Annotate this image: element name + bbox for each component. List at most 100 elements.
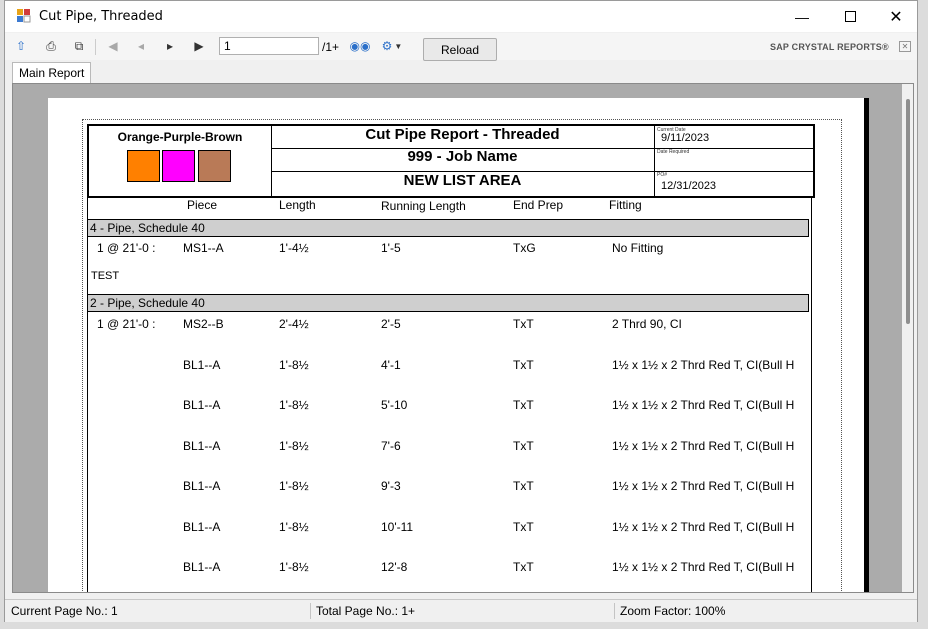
zoom-icon: ⚙ (381, 39, 393, 53)
minimize-icon: — (795, 8, 809, 25)
row-length: 1'-8½ (279, 398, 309, 412)
row-fitting: 1½ x 1½ x 2 Thrd Red T, CI(Bull H (612, 438, 795, 453)
column-header-piece: Piece (187, 198, 218, 212)
row-end: TxT (513, 479, 534, 493)
row-running: 9'-3 (381, 479, 401, 493)
row-end: TxT (513, 317, 534, 331)
row-end: TxG (513, 241, 536, 255)
group-header: 2 - Pipe, Schedule 40 (87, 294, 809, 312)
table-right-border (811, 197, 812, 592)
column-header-end-prep: End Prep (513, 198, 564, 212)
export-button[interactable]: ⇧ (11, 37, 31, 55)
row-piece: BL1--A (183, 438, 221, 453)
row-length: 1'-8½ (279, 560, 309, 574)
previous-page-button[interactable]: ◂ (131, 37, 151, 55)
row-running: 4'-1 (381, 357, 401, 372)
status-separator (310, 603, 311, 619)
area-name: NEW LIST AREA (403, 172, 522, 189)
date-required-label: Date Required (657, 149, 690, 155)
maximize-icon (844, 11, 856, 22)
row-length: 1'-8½ (279, 438, 309, 453)
row-running: 1'-5 (381, 241, 401, 255)
title-bar[interactable]: Cut Pipe, Threaded — ✕ (5, 1, 917, 32)
next-page-icon: ▸ (166, 39, 174, 53)
total-page-status: Total Page No.: 1+ (316, 604, 416, 618)
app-icon (17, 9, 31, 23)
company-name: Orange-Purple-Brown (117, 130, 243, 144)
report-viewer-window: Cut Pipe, Threaded — ✕ ⇧ ⎙ ⧉ ◀︎ ◂ ▸ ▶︎ /… (4, 0, 918, 622)
report-body: Orange-Purple-Brown Cut Pipe Report - Th… (82, 119, 842, 592)
next-page-button[interactable]: ▸ (160, 37, 180, 55)
row-fitting: 1½ x 1½ x 2 Thrd Red T, CI(Bull H (612, 519, 795, 534)
first-page-button[interactable]: ◀︎ (103, 37, 123, 55)
tab-main-report[interactable]: Main Report (12, 62, 92, 83)
report-viewer-pane[interactable]: Orange-Purple-Brown Cut Pipe Report - Th… (12, 83, 914, 593)
first-page-icon: ◀︎ (108, 39, 118, 53)
zoom-dropdown-button[interactable]: ⚙ ▼ (377, 37, 407, 55)
color-swatch (198, 150, 231, 182)
po-label: PO# (657, 172, 668, 178)
page-number-input[interactable] (219, 37, 319, 55)
copy-button[interactable]: ⧉ (69, 37, 89, 55)
row-fitting: 1½ x 1½ x 2 Thrd Red T, CI(Bull H (612, 479, 795, 493)
toggle-panel-button[interactable]: ✕ (899, 41, 911, 52)
chevron-down-icon: ▼ (394, 41, 403, 51)
quantity-label: 1 @ 21'-0 : (97, 241, 156, 255)
row-piece: BL1--A (183, 519, 221, 534)
row-length: 1'-4½ (279, 241, 309, 255)
row-piece: MS1--A (183, 241, 224, 255)
color-swatch (162, 150, 195, 182)
row-running: 2'-5 (381, 317, 401, 331)
row-length: 1'-8½ (279, 357, 309, 372)
current-page-status: Current Page No.: 1 (11, 604, 118, 618)
copy-icon: ⧉ (74, 38, 84, 53)
scrollbar-thumb[interactable] (906, 99, 910, 324)
print-icon: ⎙ (46, 38, 56, 53)
print-button[interactable]: ⎙ (41, 37, 61, 55)
reload-button[interactable]: Reload (423, 38, 497, 61)
binoculars-icon: ◉◉ (349, 39, 371, 53)
note-text: TEST (91, 270, 120, 282)
row-end: TxT (513, 519, 534, 534)
row-fitting: No Fitting (612, 241, 664, 255)
current-date: 9/11/2023 (661, 132, 710, 144)
status-bar: Current Page No.: 1 Total Page No.: 1+ Z… (5, 599, 917, 622)
row-fitting: 1½ x 1½ x 2 Thrd Red T, CI(Bull H (612, 560, 795, 574)
column-header-running-length: Running Length (381, 199, 466, 213)
column-header-fitting: Fitting (609, 198, 642, 212)
column-header-length: Length (279, 198, 316, 212)
zoom-factor-status: Zoom Factor: 100% (620, 604, 726, 618)
last-page-icon: ▶︎ (194, 39, 204, 53)
row-piece: BL1--A (183, 479, 221, 493)
find-button[interactable]: ◉◉ (349, 37, 371, 55)
close-icon: ✕ (889, 8, 903, 26)
maximize-button[interactable] (827, 1, 873, 32)
row-piece: BL1--A (183, 560, 221, 574)
row-fitting: 1½ x 1½ x 2 Thrd Red T, CI(Bull H (612, 357, 795, 372)
divider (654, 126, 655, 196)
close-button[interactable]: ✕ (873, 1, 919, 32)
row-end: TxT (513, 438, 534, 453)
report-title: Cut Pipe Report - Threaded (365, 126, 560, 143)
row-fitting: 1½ x 1½ x 2 Thrd Red T, CI(Bull H (612, 398, 795, 412)
quantity-label: 1 @ 21'-0 : (97, 317, 156, 331)
group-header: 4 - Pipe, Schedule 40 (87, 219, 809, 237)
page-total-label: /1+ (322, 40, 340, 54)
row-piece: BL1--A (183, 398, 221, 412)
row-end: TxT (513, 398, 534, 412)
close-icon: ✕ (901, 42, 909, 51)
row-end: TxT (513, 357, 534, 372)
tab-row: Main Report (5, 61, 917, 83)
minimize-button[interactable]: — (779, 1, 825, 32)
toolbar-separator (95, 39, 96, 55)
color-swatch (127, 150, 160, 182)
export-icon: ⇧ (15, 39, 27, 53)
status-separator (614, 603, 615, 619)
row-running: 10'-11 (381, 519, 414, 534)
row-running: 7'-6 (381, 438, 401, 453)
row-fitting: 2 Thrd 90, CI (612, 317, 682, 331)
last-page-button[interactable]: ▶︎ (189, 37, 209, 55)
row-length: 1'-8½ (279, 479, 309, 493)
row-end: TxT (513, 560, 534, 574)
row-length: 1'-8½ (279, 519, 309, 534)
